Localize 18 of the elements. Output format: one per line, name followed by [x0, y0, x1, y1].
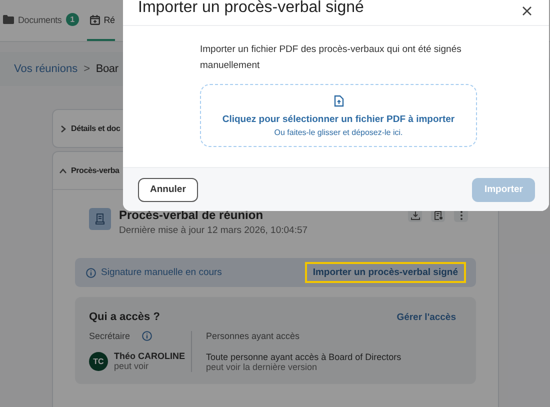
avatar: TC [89, 352, 108, 370]
people-label: Personnes ayant accès [206, 331, 301, 341]
dialog-description: Importer un fichier PDF des procès-verbaux qui ont été signés manuellement [200, 43, 462, 73]
dialog-title: Importer un procès-verbal signé [138, 0, 364, 17]
person-name: Théo CAROLINE [114, 351, 185, 361]
access-description: Toute personne ayant accès à Board of Directors [206, 352, 402, 362]
person-role: peut voir [114, 361, 150, 371]
breadcrumb-current: Boar [96, 63, 118, 75]
breadcrumb-separator: > [84, 63, 90, 75]
dropzone-link: Cliquez pour sélectionner un fichier PDF à importer [222, 114, 455, 124]
access-scope: peut voir la dernière version [206, 362, 318, 372]
dropzone-hint: Ou faites-le glisser et déposez-le ici. [274, 128, 403, 136]
status-text: Signature manuelle en cours [101, 267, 222, 278]
document-updated: Dernière mise à jour 12 mars 2026, 10:04:57 [119, 225, 308, 236]
secretary-label: Secrétaire [89, 331, 130, 341]
count-badge: 1 [66, 13, 79, 26]
access-title: Qui a accès ? [89, 311, 160, 323]
document-title: Procès-verbal de réunion [119, 208, 264, 222]
